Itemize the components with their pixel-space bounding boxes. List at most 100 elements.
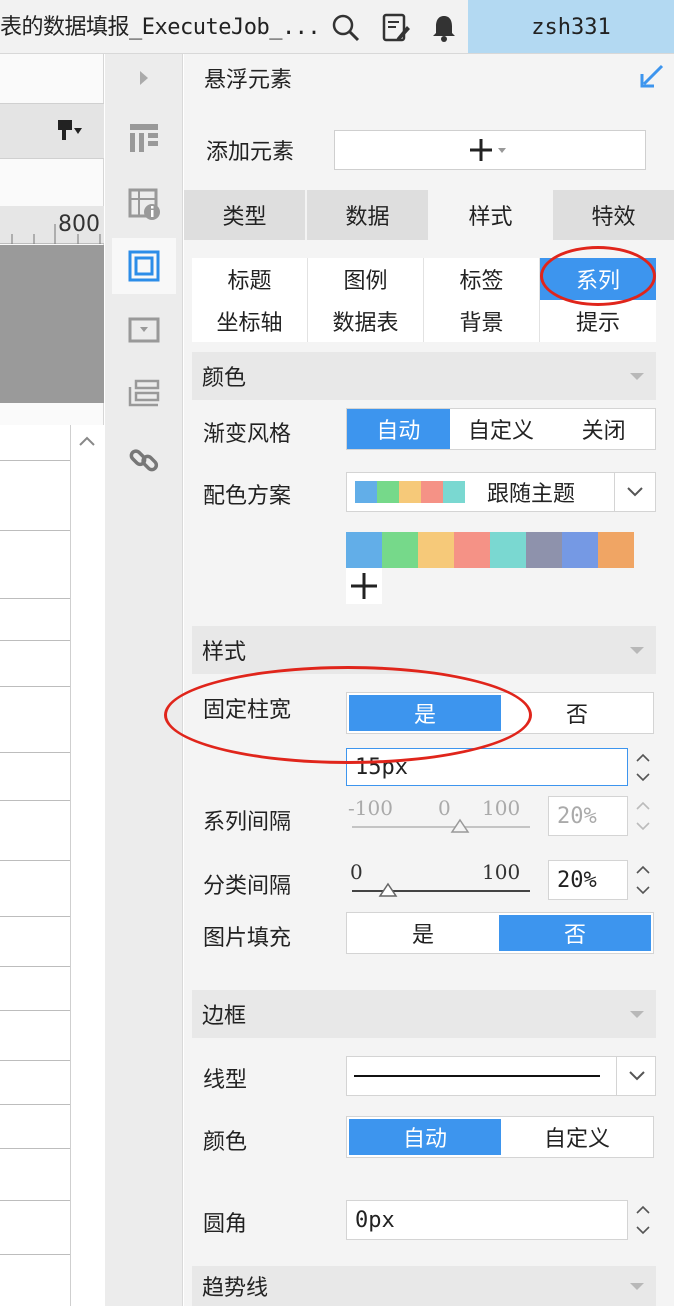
canvas-toolbar (0, 103, 104, 159)
tab-data[interactable]: 数据 (307, 190, 430, 240)
series-gap-spinner[interactable] (632, 796, 654, 836)
grid-row-line (0, 640, 70, 641)
tab-effects[interactable]: 特效 (553, 190, 674, 240)
bell-icon[interactable] (428, 12, 460, 44)
line-type-sample (354, 1075, 600, 1077)
mini-swatch (355, 481, 377, 503)
category-gap-label: 分类间隔 (203, 874, 292, 899)
series-gap-mid: 0 (438, 796, 451, 820)
subtab-datatable[interactable]: 数据表 (308, 300, 424, 342)
widget-icon[interactable] (112, 302, 176, 358)
palette-swatch[interactable] (454, 532, 490, 568)
grid-row-line (0, 460, 70, 461)
table-info-icon[interactable] (112, 176, 176, 232)
spinner-down-icon[interactable] (635, 821, 651, 831)
add-color-button[interactable] (346, 568, 382, 604)
color-scheme-select[interactable]: 跟随主题 (346, 472, 656, 512)
panel-title: 悬浮元素 (204, 68, 293, 93)
list-icon[interactable] (112, 366, 176, 422)
grid-row-line (0, 686, 70, 687)
image-fill-segmented: 是 否 (346, 912, 654, 954)
section-color-header[interactable]: 颜色 (192, 352, 656, 400)
category-gap-max: 100 (482, 860, 521, 884)
gradient-custom-option[interactable]: 自定义 (450, 409, 553, 449)
spinner-up-icon[interactable] (635, 753, 651, 763)
mini-swatch (377, 481, 399, 503)
edit-icon[interactable] (380, 12, 412, 44)
series-gap-slider-track[interactable] (352, 826, 530, 828)
grid-row-line (0, 1060, 70, 1061)
corner-radius-spinner[interactable] (632, 1200, 654, 1240)
collapse-triangle-icon (630, 1010, 644, 1018)
grid-row-line (0, 1104, 70, 1105)
corner-radius-input[interactable]: 0px (346, 1200, 628, 1240)
frame-icon[interactable] (112, 238, 176, 294)
grid-row-line (0, 966, 70, 967)
grid-row-line (0, 916, 70, 917)
palette-swatch[interactable] (598, 532, 634, 568)
grid-row-line (0, 1200, 70, 1201)
scroll-up-icon[interactable] (72, 428, 102, 456)
collapse-triangle-icon (630, 646, 644, 654)
subtab-background[interactable]: 背景 (424, 300, 540, 342)
border-color-auto-option[interactable]: 自动 (349, 1119, 501, 1155)
cell-grid (0, 425, 104, 1306)
spinner-up-icon[interactable] (635, 865, 651, 875)
gradient-auto-option[interactable]: 自动 (347, 409, 450, 449)
format-brush-icon[interactable] (56, 118, 84, 142)
spinner-down-icon[interactable] (635, 885, 651, 895)
grid-row-line (0, 860, 70, 861)
palette-swatch[interactable] (382, 532, 418, 568)
canvas-background (0, 245, 104, 403)
palette-swatch[interactable] (418, 532, 454, 568)
document-title: 表的数据填报_ExecuteJob_... (0, 15, 321, 40)
subtab-axis[interactable]: 坐标轴 (192, 300, 308, 342)
bar-width-spinner[interactable] (632, 748, 654, 786)
category-gap-slider-thumb[interactable] (378, 882, 398, 898)
user-name[interactable]: zsh331 (468, 0, 674, 53)
subtab-legend[interactable]: 图例 (308, 258, 424, 300)
annotation-circle-fixed-width (164, 666, 532, 764)
ruler-label: 800 (58, 212, 100, 237)
category-gap-spinner[interactable] (632, 860, 654, 900)
layout-icon[interactable] (112, 110, 176, 166)
spinner-down-icon[interactable] (635, 772, 651, 782)
expand-arrow-icon[interactable] (112, 50, 176, 106)
category-gap-min: 0 (350, 860, 363, 884)
series-gap-input[interactable]: 20% (548, 796, 628, 836)
subtab-title[interactable]: 标题 (192, 258, 308, 300)
spinner-up-icon[interactable] (635, 801, 651, 811)
section-style-header[interactable]: 样式 (192, 626, 656, 674)
add-element-button[interactable] (334, 130, 646, 170)
grid-row-line (0, 1254, 70, 1255)
spinner-down-icon[interactable] (635, 1225, 651, 1235)
border-color-custom-option[interactable]: 自定义 (501, 1117, 653, 1157)
grid-row-line (0, 598, 70, 599)
chevron-down-icon[interactable] (616, 1057, 656, 1095)
chevron-down-icon[interactable] (614, 473, 655, 511)
section-trendline-header[interactable]: 趋势线 (192, 1266, 656, 1306)
search-icon[interactable] (330, 12, 362, 44)
series-gap-slider-thumb[interactable] (450, 818, 470, 834)
mini-swatch (421, 481, 443, 503)
image-fill-no-option[interactable]: 否 (499, 915, 651, 951)
mini-swatch (399, 481, 421, 503)
category-gap-input[interactable]: 20% (548, 860, 628, 900)
spinner-up-icon[interactable] (635, 1205, 651, 1215)
color-palette (346, 532, 634, 568)
palette-swatch[interactable] (526, 532, 562, 568)
subtab-tooltip[interactable]: 提示 (540, 300, 656, 342)
palette-swatch[interactable] (490, 532, 526, 568)
gradient-off-option[interactable]: 关闭 (552, 409, 655, 449)
section-title: 样式 (202, 640, 247, 665)
tab-type[interactable]: 类型 (184, 190, 307, 240)
section-border-header[interactable]: 边框 (192, 990, 656, 1038)
image-fill-yes-option[interactable]: 是 (347, 913, 499, 953)
section-title: 颜色 (202, 366, 247, 391)
tab-style[interactable]: 样式 (430, 190, 553, 240)
subtab-label[interactable]: 标签 (424, 258, 540, 300)
palette-swatch[interactable] (562, 532, 598, 568)
palette-swatch[interactable] (346, 532, 382, 568)
collapse-arrow-icon[interactable] (638, 62, 666, 90)
link-icon[interactable] (112, 432, 176, 488)
